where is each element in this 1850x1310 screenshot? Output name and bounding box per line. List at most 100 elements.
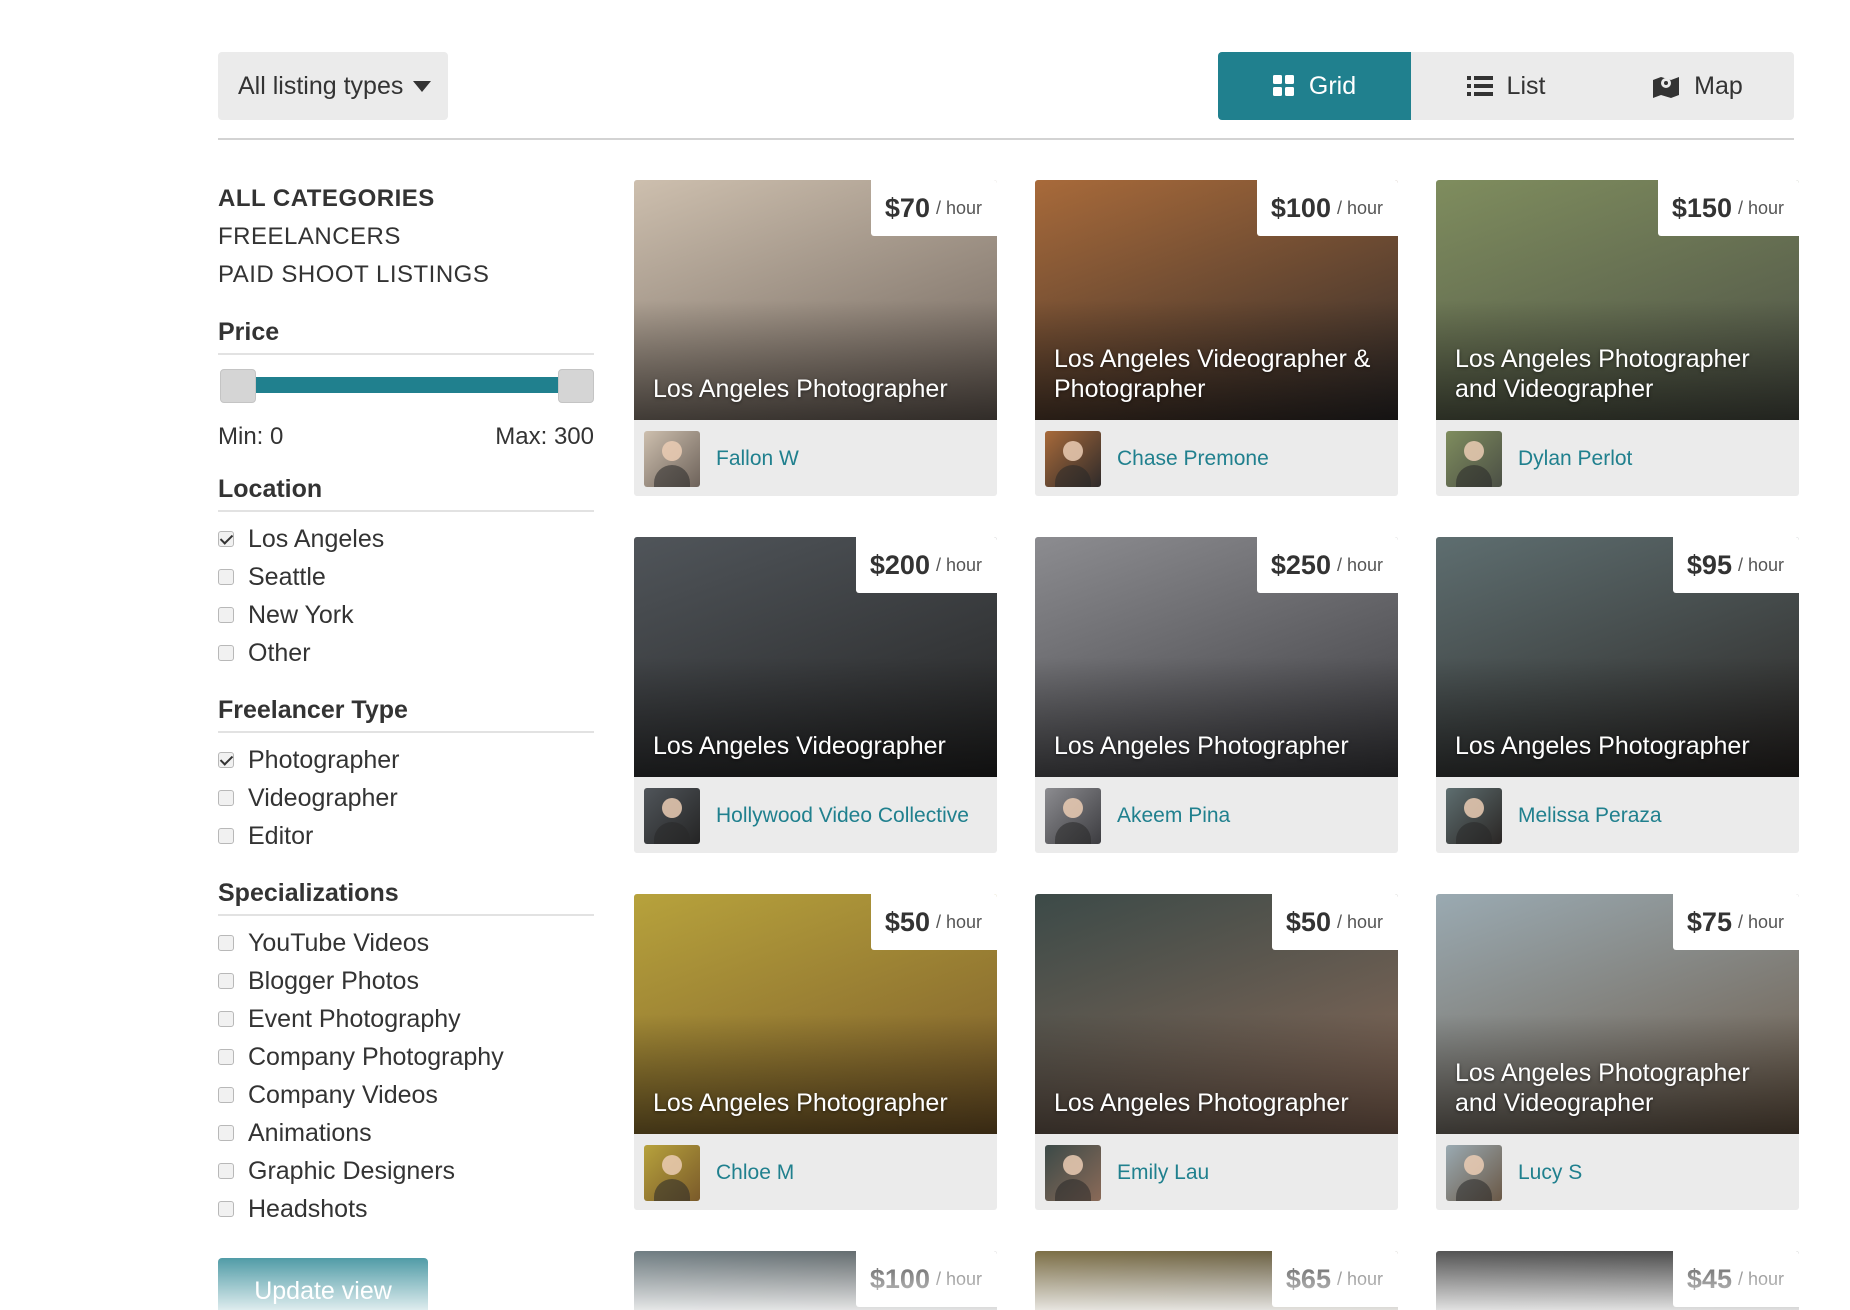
listing-title: Los Angeles Photographer xyxy=(1054,1089,1349,1117)
option-label: Headshots xyxy=(248,1194,368,1223)
price-badge: $65/ hour xyxy=(1271,1251,1398,1307)
specialization-option-company-videos[interactable]: Company Videos xyxy=(218,1076,594,1114)
option-label: Videographer xyxy=(248,783,398,812)
listing-author[interactable]: Lucy S xyxy=(1446,1145,1582,1201)
specialization-option-animations[interactable]: Animations xyxy=(218,1114,594,1152)
listing-author[interactable]: Akeem Pina xyxy=(1045,788,1230,844)
checkbox[interactable] xyxy=(218,1087,234,1103)
author-name-link[interactable]: Fallon W xyxy=(716,447,799,471)
checkbox[interactable] xyxy=(218,973,234,989)
price-min-handle[interactable] xyxy=(220,369,256,403)
avatar xyxy=(1045,431,1101,487)
price-min-label: Min: 0 xyxy=(218,423,284,450)
checkbox[interactable] xyxy=(218,607,234,623)
listing-card[interactable]: $45/ hour xyxy=(1436,1251,1799,1310)
listing-title: Los Angeles Videographer xyxy=(653,732,946,760)
option-label: Editor xyxy=(248,821,314,850)
category-all[interactable]: ALL CATEGORIES xyxy=(218,180,594,218)
location-option-new-york[interactable]: New York xyxy=(218,596,594,634)
checkbox[interactable] xyxy=(218,1125,234,1141)
price-badge: $75/ hour xyxy=(1672,894,1799,950)
category-paid-shoot-listings[interactable]: PAID SHOOT LISTINGS xyxy=(218,256,594,294)
checkbox[interactable] xyxy=(218,828,234,844)
author-name-link[interactable]: Dylan Perlot xyxy=(1518,447,1632,471)
listing-card[interactable]: Los Angeles Photographer $50/ hour Chloe M xyxy=(634,894,997,1210)
listing-card[interactable]: $65/ hour xyxy=(1035,1251,1398,1310)
checkbox[interactable] xyxy=(218,752,234,768)
specialization-option-graphic-designers[interactable]: Graphic Designers xyxy=(218,1152,594,1190)
location-option-other[interactable]: Other xyxy=(218,634,594,672)
option-label: Los Angeles xyxy=(248,524,385,553)
listing-card[interactable]: Los Angeles Videographer $200/ hour Hollyw… xyxy=(634,537,997,853)
listing-title: Los Angeles Photographer xyxy=(653,1089,948,1117)
grid-view-button[interactable]: Grid xyxy=(1218,52,1411,120)
listing-author[interactable]: Fallon W xyxy=(644,431,799,487)
price-unit: / hour xyxy=(1336,911,1383,932)
location-option-seattle[interactable]: Seattle xyxy=(218,558,594,596)
price-badge: $100/ hour xyxy=(1256,180,1398,236)
map-view-label: Map xyxy=(1694,71,1743,100)
location-filter-title: Location xyxy=(218,475,594,512)
listing-card[interactable]: Los Angeles Photographer $70/ hour Fallon … xyxy=(634,180,997,496)
checkbox[interactable] xyxy=(218,1011,234,1027)
price-unit: / hour xyxy=(1737,197,1784,218)
price-unit: / hour xyxy=(1737,911,1784,932)
grid-icon xyxy=(1272,75,1294,96)
listing-card[interactable]: Los Angeles Photographer and Videographe… xyxy=(1436,180,1799,496)
update-view-button[interactable]: Update view xyxy=(218,1258,428,1310)
author-name-link[interactable]: Chase Premone xyxy=(1117,447,1269,471)
price-badge: $100/ hour xyxy=(855,1251,997,1307)
specialization-option-headshots[interactable]: Headshots xyxy=(218,1190,594,1228)
price-unit: / hour xyxy=(935,197,982,218)
price-amount: $150 xyxy=(1671,192,1732,223)
specialization-option-blogger-photos[interactable]: Blogger Photos xyxy=(218,962,594,1000)
checkbox[interactable] xyxy=(218,1049,234,1065)
freelancer-type-option-photographer[interactable]: Photographer xyxy=(218,741,594,779)
list-view-button[interactable]: List xyxy=(1411,52,1601,120)
listing-author[interactable]: Emily Lau xyxy=(1045,1145,1209,1201)
price-badge: $50/ hour xyxy=(870,894,997,950)
checkbox[interactable] xyxy=(218,1201,234,1217)
listing-author[interactable]: Dylan Perlot xyxy=(1446,431,1632,487)
map-view-button[interactable]: Map xyxy=(1601,52,1794,120)
author-name-link[interactable]: Hollywood Video Collective xyxy=(716,804,969,828)
price-max-handle[interactable] xyxy=(558,369,594,403)
author-name-link[interactable]: Melissa Peraza xyxy=(1518,804,1662,828)
price-range-slider[interactable] xyxy=(218,365,594,405)
listing-card[interactable]: Los Angeles Photographer and Videographe… xyxy=(1436,894,1799,1210)
listing-type-dropdown[interactable]: All listing types xyxy=(218,52,448,120)
price-unit: / hour xyxy=(1336,1268,1383,1289)
checkbox[interactable] xyxy=(218,569,234,585)
price-amount: $100 xyxy=(1270,192,1331,223)
listing-card[interactable]: Los Angeles Photographer $50/ hour Emily L… xyxy=(1035,894,1398,1210)
listing-card[interactable]: Los Angeles Videographer & Photographer $… xyxy=(1035,180,1398,496)
specialization-option-event-photography[interactable]: Event Photography xyxy=(218,1000,594,1038)
checkbox[interactable] xyxy=(218,935,234,951)
price-amount: $70 xyxy=(884,192,930,223)
listing-author[interactable]: Chloe M xyxy=(644,1145,794,1201)
author-name-link[interactable]: Lucy S xyxy=(1518,1161,1582,1185)
price-amount: $45 xyxy=(1686,1263,1732,1294)
listing-author[interactable]: Hollywood Video Collective xyxy=(644,788,969,844)
listing-card[interactable]: Los Angeles Photographer $95/ hour Melissa… xyxy=(1436,537,1799,853)
checkbox[interactable] xyxy=(218,1163,234,1179)
listing-card[interactable]: Los Angeles Photographer $250/ hour Akeem … xyxy=(1035,537,1398,853)
checkbox[interactable] xyxy=(218,645,234,661)
freelancer-type-option-videographer[interactable]: Videographer xyxy=(218,779,594,817)
specialization-option-company-photography[interactable]: Company Photography xyxy=(218,1038,594,1076)
price-unit: / hour xyxy=(1336,554,1383,575)
specialization-option-youtube-videos[interactable]: YouTube Videos xyxy=(218,924,594,962)
location-option-los-angeles[interactable]: Los Angeles xyxy=(218,520,594,558)
checkbox[interactable] xyxy=(218,531,234,547)
category-freelancers[interactable]: FREELANCERS xyxy=(218,218,594,256)
listing-author[interactable]: Chase Premone xyxy=(1045,431,1269,487)
author-name-link[interactable]: Emily Lau xyxy=(1117,1161,1209,1185)
author-name-link[interactable]: Akeem Pina xyxy=(1117,804,1230,828)
checkbox[interactable] xyxy=(218,790,234,806)
author-name-link[interactable]: Chloe M xyxy=(716,1161,794,1185)
freelancer-type-option-editor[interactable]: Editor xyxy=(218,817,594,855)
option-label: Seattle xyxy=(248,562,326,591)
listing-card[interactable]: $100/ hour xyxy=(634,1251,997,1310)
listing-author[interactable]: Melissa Peraza xyxy=(1446,788,1662,844)
price-badge: $250/ hour xyxy=(1256,537,1398,593)
